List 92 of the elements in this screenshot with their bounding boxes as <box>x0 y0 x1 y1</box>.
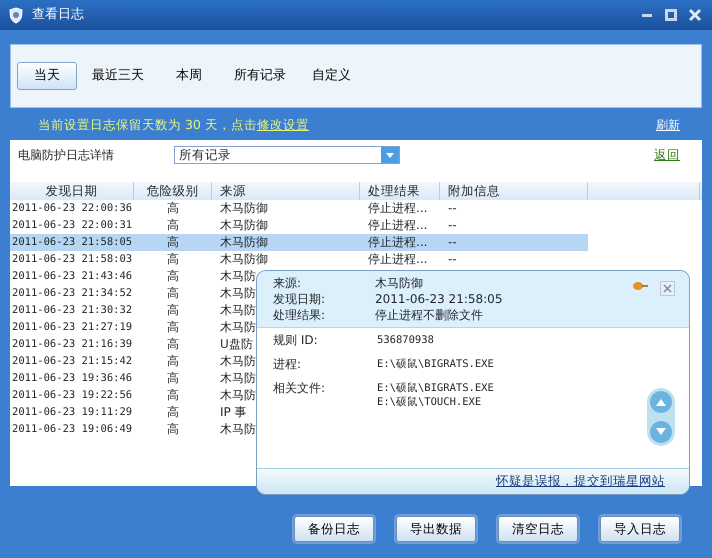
table-cell: 木马防 <box>220 353 256 370</box>
field-value: E:\硕鼠\TOUCH.EXE <box>377 396 482 408</box>
column-header[interactable]: 发现日期 <box>10 182 134 200</box>
table-cell: -- <box>448 234 457 251</box>
table-cell: 高 <box>167 268 179 285</box>
field-label: 发现日期: <box>273 291 326 307</box>
column-header[interactable]: 危险级别 <box>134 182 212 200</box>
table-cell: U盘防 <box>220 336 253 353</box>
field-label: 相关文件: <box>273 380 326 397</box>
window-title: 查看日志 <box>32 6 84 24</box>
table-cell-text: 2011-06-23 19:11:29 <box>12 405 132 420</box>
table-cell: -- <box>448 200 457 217</box>
shield-icon <box>8 6 24 24</box>
filter-dropdown[interactable]: 所有记录 <box>174 146 400 164</box>
table-cell-text: 2011-06-23 19:22:56 <box>12 388 132 403</box>
action-button[interactable]: 导入日志 <box>600 516 680 542</box>
field-label: 规则 ID: <box>273 332 319 348</box>
table-cell: 停止进程... <box>368 200 428 217</box>
maximize-icon <box>665 9 677 21</box>
table-cell: 木马防御 <box>220 200 268 217</box>
table-cell-text: 2011-06-23 21:15:42 <box>12 354 132 369</box>
down-arrow-icon <box>655 427 667 437</box>
back-link[interactable]: 返回 <box>654 146 680 164</box>
table-cell: 高 <box>167 285 179 302</box>
table-cell: 木马防御 <box>220 217 268 234</box>
table-cell-text: 2011-06-23 22:00:36 <box>12 201 132 216</box>
table-cell-text: 2011-06-23 21:43:46 <box>12 269 132 284</box>
table-cell-text: 2011-06-23 22:00:31 <box>12 218 132 233</box>
table-cell-text: 2011-06-23 21:16:39 <box>12 337 132 352</box>
table-cell: 高 <box>167 319 179 336</box>
field-value: E:\硕鼠\BIGRATS.EXE <box>377 358 494 370</box>
action-button[interactable]: 备份日志 <box>294 516 374 542</box>
tab[interactable]: 最近三天 <box>81 62 155 90</box>
table-cell: 木马防 <box>220 319 256 336</box>
action-button[interactable]: 清空日志 <box>498 516 578 542</box>
close-button[interactable] <box>686 6 704 24</box>
table-cell: 高 <box>167 336 179 353</box>
table-cell-text: 2011-06-23 21:58:03 <box>12 252 132 267</box>
table-cell: 停止进程... <box>368 251 428 268</box>
field-label: 进程: <box>273 356 302 372</box>
table-cell-text: 2011-06-23 21:58:05 <box>12 235 132 250</box>
tab[interactable]: 当天 <box>17 62 77 90</box>
field-label: 来源: <box>273 275 302 291</box>
close-icon[interactable] <box>660 281 675 296</box>
maximize-button[interactable] <box>662 6 680 24</box>
table-cell: 高 <box>167 302 179 319</box>
table-cell: 木马防 <box>220 370 256 387</box>
field-value: 2011-06-23 21:58:05 <box>375 291 502 307</box>
table-cell-text: 2011-06-23 21:27:19 <box>12 320 132 335</box>
table-cell: 高 <box>167 217 179 234</box>
refresh-link[interactable]: 刷新 <box>656 116 680 134</box>
tab[interactable]: 所有记录 <box>223 62 297 90</box>
field-value: E:\硕鼠\BIGRATS.EXE <box>377 382 494 394</box>
table-cell: 木马防御 <box>220 234 268 251</box>
table-cell: 高 <box>167 353 179 370</box>
field-value: 536870938 <box>377 334 435 346</box>
table-cell: 高 <box>167 421 179 438</box>
close-icon <box>688 8 702 22</box>
table-cell: 停止进程... <box>368 217 428 234</box>
tab[interactable]: 自定义 <box>301 62 362 90</box>
table-cell: -- <box>448 251 457 268</box>
table-cell: 木马防 <box>220 285 256 302</box>
table-cell: 高 <box>167 234 179 251</box>
panel-title: 电脑防护日志详情 <box>18 147 114 164</box>
field-value: 木马防御 <box>375 275 424 291</box>
table-cell: 高 <box>167 200 179 217</box>
field-label: 处理结果: <box>273 307 326 323</box>
table-cell: 木马防 <box>220 268 256 285</box>
table-cell: 木马防 <box>220 302 256 319</box>
table-cell: 高 <box>167 251 179 268</box>
table-cell: 高 <box>167 387 179 404</box>
column-header[interactable]: 处理结果 <box>360 182 440 200</box>
action-button[interactable]: 导出数据 <box>396 516 476 542</box>
table-cell: IP 事 <box>220 404 247 421</box>
table-cell: 停止进程... <box>368 234 428 251</box>
table-cell: 高 <box>167 404 179 421</box>
table-cell-text: 2011-06-23 19:06:49 <box>12 422 132 437</box>
table-cell-text: 2011-06-23 21:34:52 <box>12 286 132 301</box>
pin-icon[interactable] <box>632 281 648 291</box>
table-cell: 高 <box>167 370 179 387</box>
up-arrow-icon <box>655 397 667 407</box>
table-cell-text: 2011-06-23 19:36:46 <box>12 371 132 386</box>
column-header[interactable]: 来源 <box>212 182 360 200</box>
table-cell: 木马防 <box>220 387 256 404</box>
retention-notice: 当前设置日志保留天数为 30 天，点击修改设置 <box>38 116 309 134</box>
table-cell: 木马防御 <box>220 251 268 268</box>
table-cell: -- <box>448 217 457 234</box>
table-cell-text: 2011-06-23 21:30:32 <box>12 303 132 318</box>
tab[interactable]: 本周 <box>159 62 219 90</box>
table-cell: 木马防 <box>220 421 256 438</box>
column-header[interactable]: 附加信息 <box>440 182 588 200</box>
field-value: 停止进程不删除文件 <box>375 307 484 323</box>
